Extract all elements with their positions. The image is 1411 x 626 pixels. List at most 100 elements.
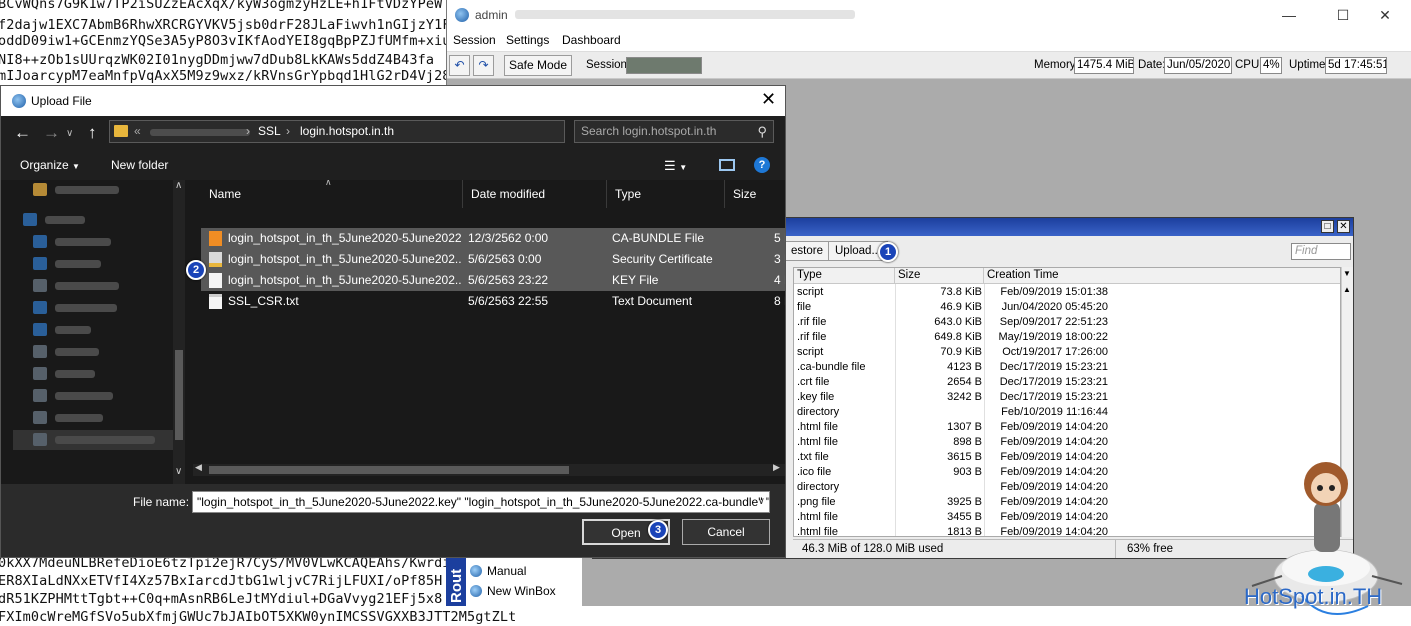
table-row[interactable]: file 46.9 KiB Jun/04/2020 05:45:20 [794, 300, 1340, 315]
file-type-cell: .rif file [797, 331, 827, 343]
file-type-cell: .html file [797, 421, 838, 433]
close-icon[interactable]: ✕ [1365, 4, 1405, 26]
nav-label-redacted [55, 238, 111, 246]
file-type-cell: directory [797, 406, 840, 418]
table-row[interactable]: .html file 1307 B Feb/09/2019 14:04:20 [794, 420, 1340, 435]
scroll-left-icon[interactable]: ◀ [195, 462, 202, 473]
date-modified-cell: 5/6/2563 23:22 [468, 273, 549, 287]
column-header-type[interactable]: Type [794, 268, 895, 284]
dialog-titlebar[interactable]: Upload File ✕ [1, 86, 785, 116]
column-header-size[interactable]: Size [725, 180, 785, 208]
table-row[interactable]: .ca-bundle file 4123 B Dec/17/2019 15:23:2… [794, 360, 1340, 375]
nav-item[interactable] [13, 364, 175, 384]
list-item[interactable]: SSL_CSR.txt 5/6/2563 22:55 Text Document 8 … [201, 291, 785, 312]
minimize-icon[interactable]: — [1269, 4, 1309, 26]
navigation-scrollbar[interactable]: ∧ ∨ [173, 180, 185, 484]
file-name-input[interactable]: "login_hotspot_in_th_5June2020-5June2022… [192, 491, 770, 513]
file-type-cell: directory [797, 481, 840, 493]
recent-dropdown-icon[interactable]: ∨ [66, 128, 73, 139]
scrollbar-thumb[interactable] [175, 350, 183, 440]
scroll-up-icon[interactable]: ∧ [175, 180, 182, 191]
side-item-manual[interactable]: Manual [470, 564, 526, 578]
scroll-down-icon[interactable]: ∨ [175, 466, 182, 477]
column-header-name[interactable]: Name [201, 180, 463, 208]
organize-button[interactable]: Organize ▼ [20, 158, 80, 172]
horizontal-scrollbar[interactable]: ◀ ▶ [193, 462, 785, 476]
maximize-icon[interactable]: ☐ [1323, 4, 1363, 26]
nav-item[interactable] [13, 386, 175, 406]
chevron-down-icon[interactable]: ∨ [758, 492, 765, 512]
winbox-titlebar[interactable]: admin — ☐ ✕ [447, 0, 1411, 30]
computer-icon [23, 213, 37, 226]
bg-text-line: f2dajw1EXC7AbmB6RhwXRCRGYVKV5jsb0drF28JL… [0, 17, 451, 33]
winbox-title: admin [475, 8, 508, 22]
restore-button[interactable]: estore [785, 241, 830, 261]
menu-session[interactable]: Session [453, 33, 496, 47]
creation-time-cell: Feb/09/2019 14:04:20 [1000, 451, 1108, 463]
menu-settings[interactable]: Settings [506, 33, 549, 47]
cancel-button[interactable]: Cancel [682, 519, 770, 545]
help-icon[interactable]: ? [754, 157, 770, 173]
table-row[interactable]: script 70.9 KiB Oct/19/2017 17:26:00 [794, 345, 1340, 360]
back-arrow-icon[interactable]: ← [14, 123, 31, 143]
file-size-cell: 2654 B [947, 376, 982, 388]
list-item[interactable]: login_hotspot_in_th_5June2020-5June202..… [201, 249, 785, 270]
new-folder-button[interactable]: New folder [111, 158, 168, 172]
nav-label-redacted [45, 216, 85, 224]
nav-item[interactable] [3, 210, 165, 230]
column-header-creation-time[interactable]: Creation Time [984, 268, 1340, 284]
view-options-icon[interactable]: ☰ ▼ [664, 158, 687, 174]
nav-item[interactable] [13, 254, 175, 274]
list-item[interactable]: login_hotspot_in_th_5June2020-5June202..… [201, 270, 785, 291]
nav-item[interactable] [13, 430, 175, 450]
nav-item[interactable] [13, 180, 175, 200]
restore-window-icon[interactable]: □ [1321, 220, 1334, 233]
column-header-type[interactable]: Type [607, 180, 725, 208]
table-row[interactable]: .html file 898 B Feb/09/2019 14:04:20 [794, 435, 1340, 450]
menu-dashboard[interactable]: Dashboard [562, 33, 621, 47]
close-window-icon[interactable]: ✕ [1337, 220, 1350, 233]
videos-icon [33, 367, 47, 380]
scrollbar-thumb[interactable] [209, 466, 569, 474]
column-header-date-modified[interactable]: Date modified [463, 180, 607, 208]
winbox-app-icon [12, 94, 26, 108]
breadcrumb-ssl[interactable]: SSL [258, 121, 281, 142]
winbox-menubar: Session Settings Dashboard [447, 30, 1411, 52]
nav-item[interactable] [13, 298, 175, 318]
table-row[interactable]: .rif file 643.0 KiB Sep/09/2017 22:51:23 [794, 315, 1340, 330]
breadcrumb-current[interactable]: login.hotspot.in.th [300, 121, 394, 142]
close-icon[interactable]: ✕ [761, 89, 776, 110]
table-row[interactable]: .key file 3242 B Dec/17/2019 15:23:21 [794, 390, 1340, 405]
search-input[interactable]: Search login.hotspot.in.th ⚲ [574, 120, 774, 143]
breadcrumb-overflow[interactable]: « [134, 121, 141, 142]
undo-icon[interactable]: ↶ [449, 55, 470, 76]
up-arrow-icon[interactable]: ↑ [88, 123, 97, 143]
table-row[interactable]: directory Feb/10/2019 11:16:44 [794, 405, 1340, 420]
nav-item[interactable] [13, 276, 175, 296]
table-row[interactable]: .crt file 2654 B Dec/17/2019 15:23:21 [794, 375, 1340, 390]
creation-time-cell: Feb/09/2019 14:04:20 [1000, 496, 1108, 508]
nav-item[interactable] [13, 342, 175, 362]
dropdown-arrow-icon[interactable]: ▼ [1343, 269, 1351, 278]
winbox-app-icon [455, 8, 469, 22]
nav-item[interactable] [13, 232, 175, 252]
creation-time-cell: Feb/09/2019 14:04:20 [1000, 481, 1108, 493]
forward-arrow-icon[interactable]: → [43, 123, 60, 143]
side-item-new-winbox[interactable]: New WinBox [470, 584, 556, 598]
table-row[interactable]: script 73.8 KiB Feb/09/2019 15:01:38 [794, 285, 1340, 300]
address-bar[interactable]: « › SSL › login.hotspot.in.th [109, 120, 565, 143]
list-item[interactable]: login_hotspot_in_th_5June2020-5June2022.… [201, 228, 785, 249]
certificate-icon [209, 252, 222, 267]
scroll-up-icon[interactable]: ▲ [1343, 285, 1351, 294]
nav-item[interactable] [13, 408, 175, 428]
nav-item[interactable] [13, 320, 175, 340]
safe-mode-button[interactable]: Safe Mode [504, 55, 572, 76]
bg-text-line: oddD09iw1+GCEnmzYQSe3A5yP8O3vIKfAodYEI8g… [0, 33, 451, 49]
preview-pane-icon[interactable] [719, 159, 735, 171]
column-header-size[interactable]: Size [895, 268, 984, 284]
file-size-cell: 643.0 KiB [934, 316, 982, 328]
find-input[interactable]: Find [1291, 243, 1351, 260]
table-row[interactable]: .rif file 649.8 KiB May/19/2019 18:00:22 [794, 330, 1340, 345]
redo-icon[interactable]: ↷ [473, 55, 494, 76]
scroll-right-icon[interactable]: ▶ [773, 462, 780, 473]
